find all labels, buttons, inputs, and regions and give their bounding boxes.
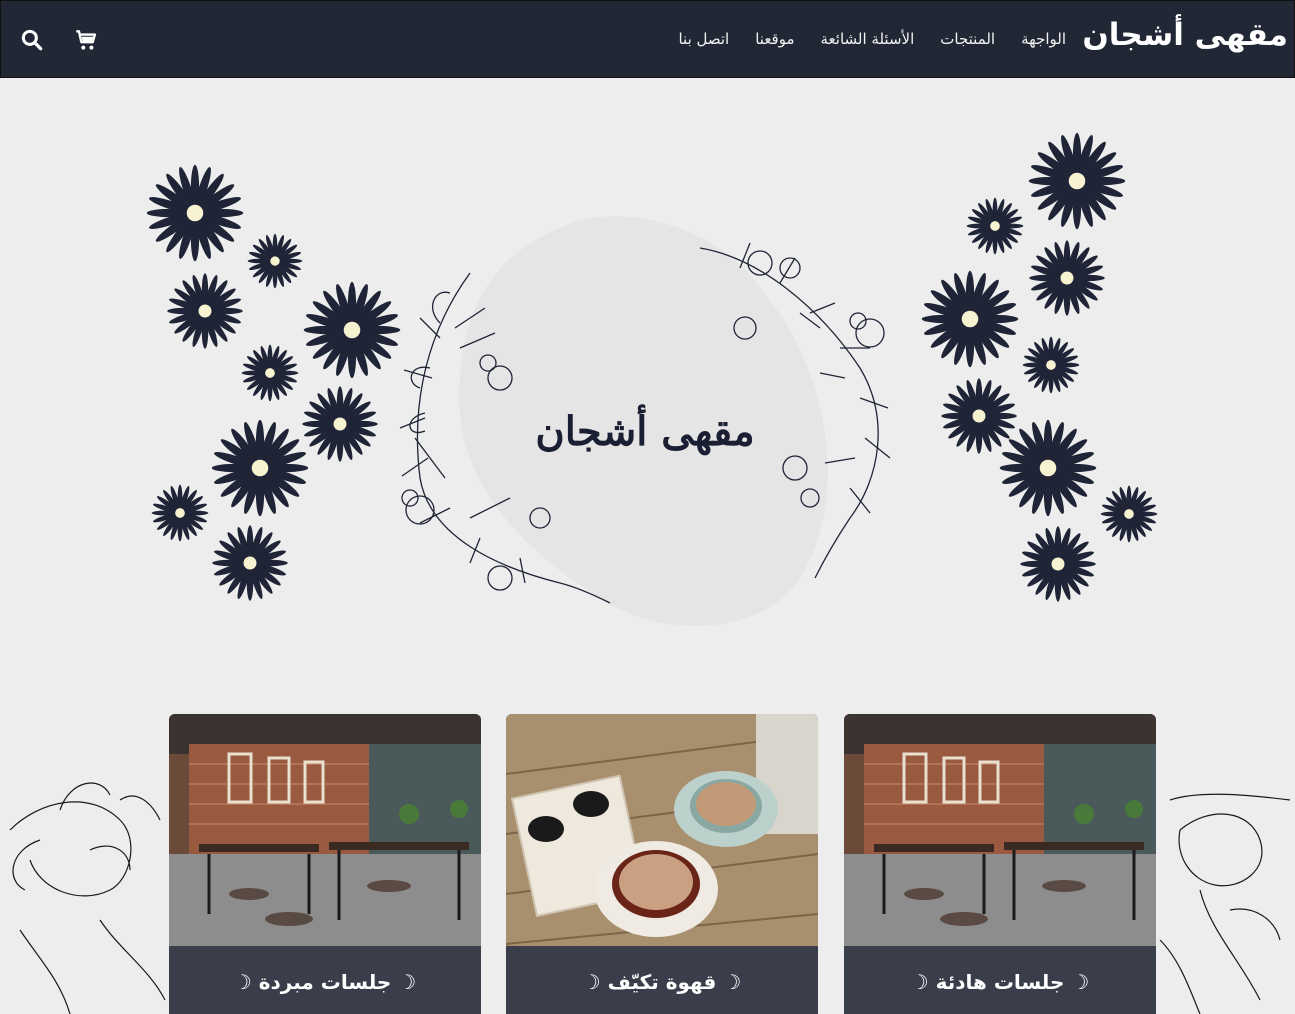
hero-title: مقهى أشجان: [535, 408, 755, 455]
daisy-icon: [921, 270, 1019, 368]
cart-icon[interactable]: [73, 27, 99, 53]
cafe-interior-image: [169, 714, 481, 946]
daisy-icon: [1020, 526, 1096, 602]
daisy-icon: [1029, 240, 1105, 316]
nav-link-contact[interactable]: اتصل بنا: [678, 30, 729, 48]
hero-decoration: [146, 132, 1158, 626]
daisy-icon: [941, 378, 1017, 454]
card-quiet-sessions[interactable]: ☽ جلسات هادئة ☽: [844, 714, 1156, 1014]
daisy-icon: [167, 273, 243, 349]
nav-link-products[interactable]: المنتجات: [940, 30, 995, 48]
daisy-icon: [302, 386, 378, 462]
top-navbar: مقهى أشجان الواجهة المنتجات الأسئلة الشا…: [0, 0, 1295, 78]
card-caption: ☽ جلسات مبردة ☽: [169, 946, 481, 1014]
search-icon[interactable]: [19, 27, 45, 53]
card-caption: ☽ جلسات هادئة ☽: [844, 946, 1156, 1014]
coffee-cups-image: [506, 714, 818, 946]
hero-banner: مقهى أشجان: [0, 78, 1295, 690]
daisy-icon: [999, 419, 1097, 517]
daisy-icon: [1100, 485, 1158, 543]
card-coffee[interactable]: ☽ قهوة تكيّف ☽: [506, 714, 818, 1014]
nav-link-location[interactable]: موقعنا: [755, 30, 794, 48]
daisy-icon: [151, 484, 209, 542]
daisy-icon: [247, 233, 303, 289]
daisy-icon: [966, 197, 1024, 255]
nav-menu: الواجهة المنتجات الأسئلة الشائعة موقعنا …: [678, 30, 1066, 48]
daisy-icon: [212, 525, 288, 601]
daisy-icon: [1028, 132, 1126, 230]
daisy-icon: [303, 281, 401, 379]
daisy-icon: [146, 164, 244, 262]
nav-link-faq[interactable]: الأسئلة الشائعة: [821, 30, 915, 48]
brand-logo[interactable]: مقهى أشجان: [1082, 17, 1288, 53]
nav-link-home[interactable]: الواجهة: [1021, 30, 1066, 48]
card-cooled-sessions[interactable]: ☽ جلسات مبردة ☽: [169, 714, 481, 1014]
nav-icons: [19, 27, 99, 53]
cafe-interior-image: [844, 714, 1156, 946]
card-caption: ☽ قهوة تكيّف ☽: [506, 946, 818, 1014]
daisy-icon: [211, 419, 309, 517]
daisy-icon: [241, 344, 299, 402]
daisy-icon: [1022, 336, 1080, 394]
